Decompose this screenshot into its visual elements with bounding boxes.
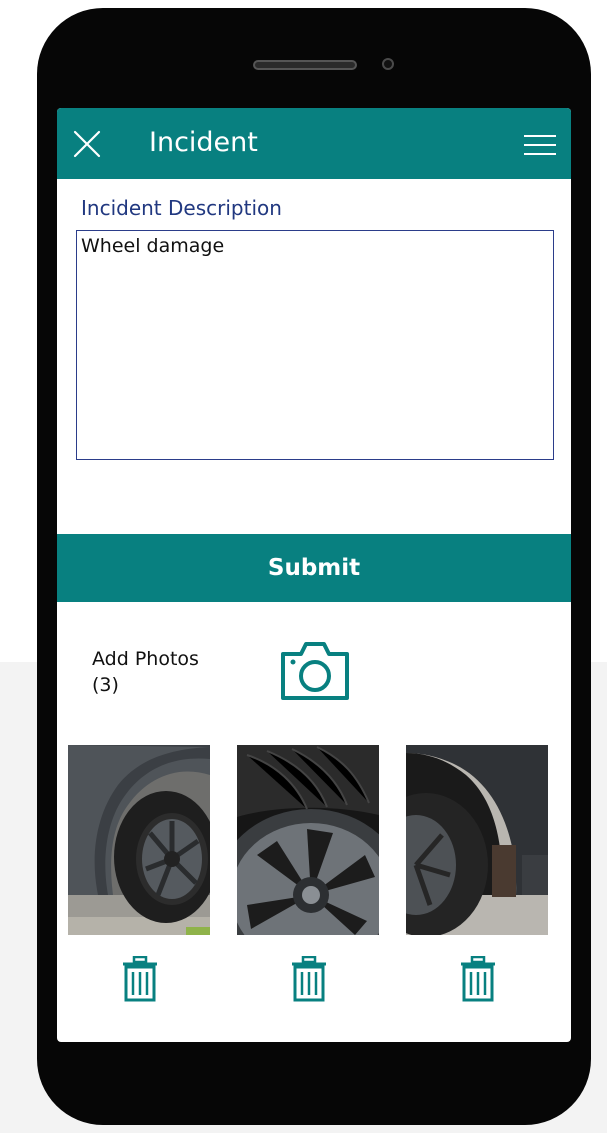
- phone-speaker: [253, 60, 357, 70]
- close-icon: [73, 130, 101, 158]
- delete-photo-1-button[interactable]: [122, 955, 158, 1002]
- photo-thumbnail-1[interactable]: [68, 745, 210, 935]
- trash-icon: [123, 955, 157, 1002]
- photo-thumbnail-3[interactable]: [406, 745, 548, 935]
- menu-button[interactable]: [523, 133, 557, 157]
- wheel-photo-1: [68, 745, 210, 935]
- phone-frame: Incident Incident Description Wheel dama…: [37, 8, 591, 1125]
- camera-icon: [281, 642, 349, 700]
- close-button[interactable]: [71, 128, 103, 160]
- phone-front-camera: [382, 58, 394, 70]
- add-photo-button[interactable]: [279, 640, 351, 702]
- app-screen: Incident Incident Description Wheel dama…: [57, 108, 571, 1042]
- photo-count: (3): [92, 674, 119, 696]
- delete-photo-2-button[interactable]: [291, 955, 327, 1002]
- wheel-photo-3: [406, 745, 548, 935]
- trash-icon: [292, 955, 326, 1002]
- delete-photo-3-button[interactable]: [460, 955, 496, 1002]
- add-photos-text: Add Photos: [92, 648, 199, 670]
- page-title: Incident: [149, 127, 258, 158]
- trash-icon: [461, 955, 495, 1002]
- hamburger-menu-icon: [524, 135, 556, 155]
- incident-description-input[interactable]: Wheel damage: [76, 230, 554, 460]
- submit-button[interactable]: Submit: [57, 534, 571, 602]
- add-photos-label: Add Photos (3): [92, 646, 242, 698]
- app-header: Incident: [57, 108, 571, 179]
- wheel-photo-2: [237, 745, 379, 935]
- incident-description-label: Incident Description: [81, 196, 282, 220]
- photo-thumbnail-2[interactable]: [237, 745, 379, 935]
